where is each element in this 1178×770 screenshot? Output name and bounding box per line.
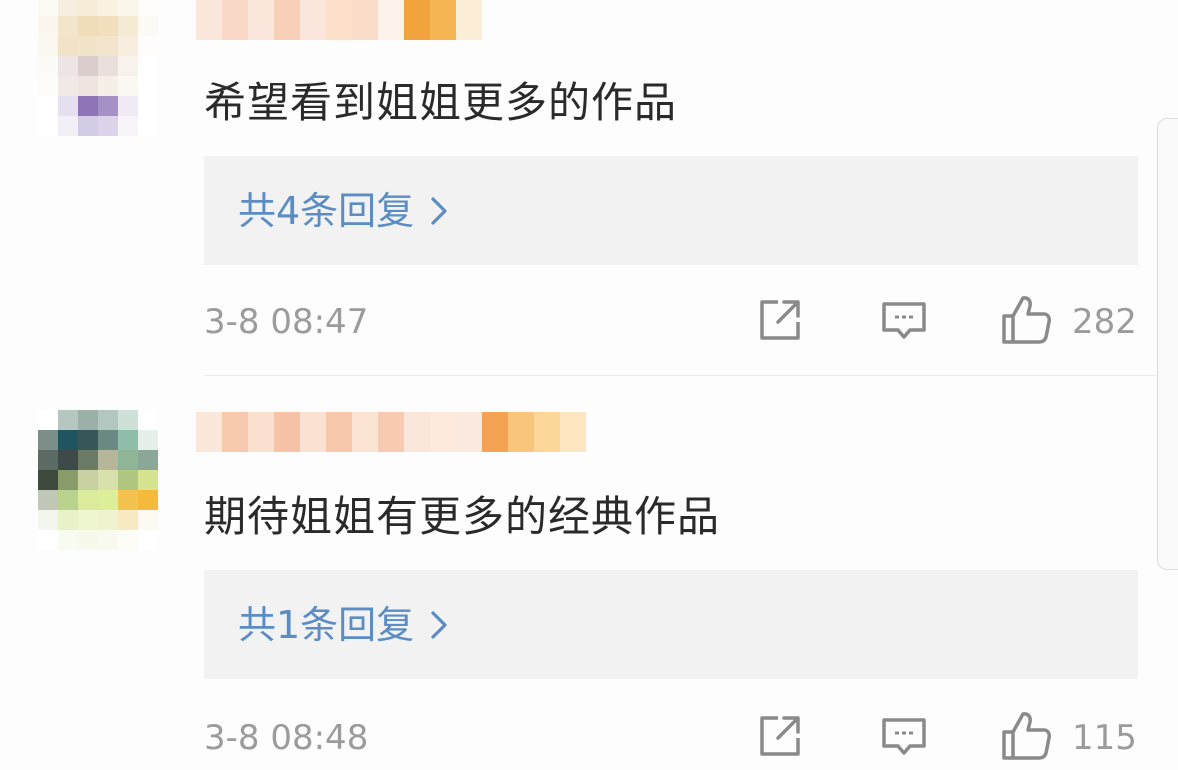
avatar-pixel [58,430,78,450]
name-pixel [352,412,378,452]
chevron-right-icon [424,600,454,650]
name-pixel [482,412,508,452]
avatar-pixel [118,430,138,450]
timestamp: 3-8 08:48 [204,718,369,758]
avatar-pixel [98,470,118,490]
avatar-pixel [138,490,158,510]
avatar-pixel [38,530,58,550]
avatar-pixel [138,450,158,470]
avatar-pixel [58,490,78,510]
comment-text: 期待姐姐有更多的经典作品 [204,492,721,541]
avatar-pixel [138,510,158,530]
avatar-pixel [38,470,58,490]
view-replies-link[interactable]: 共1条回复 [238,600,454,650]
avatar-pixel [118,470,138,490]
avatar-pixel [38,410,58,430]
avatar-pixel [58,530,78,550]
avatar-pixel [58,450,78,470]
avatar-pixel [138,530,158,550]
avatar-pixel [98,510,118,530]
avatar-pixel [78,410,98,430]
name-pixel [222,412,248,452]
avatar-pixel [118,450,138,470]
avatar-pixel [38,510,58,530]
avatar-pixel [98,530,118,550]
name-pixel [274,412,300,452]
avatar-pixel [38,450,58,470]
avatar-pixel [78,490,98,510]
name-pixel [378,412,404,452]
avatar-pixel [118,490,138,510]
avatar-pixel [118,510,138,530]
name-pixel [248,412,274,452]
avatar-pixel [98,410,118,430]
avatar-pixel [138,410,158,430]
replies-panel[interactable]: 共1条回复 [204,570,1138,679]
avatar[interactable] [38,410,158,550]
avatar-pixel [78,430,98,450]
replies-count-label: 共1条回复 [238,603,415,647]
avatar-pixel [138,430,158,450]
like-count: 115 [1072,718,1137,758]
name-pixel [404,412,430,452]
name-pixel [196,412,222,452]
like-button[interactable]: 115 [1000,710,1140,766]
avatar-pixel [78,470,98,490]
name-pixel [326,412,352,452]
thumbs-up-icon [1000,710,1052,766]
avatar-pixel [58,410,78,430]
avatar-pixel [118,410,138,430]
avatar-pixel [78,510,98,530]
avatar-pixel [138,470,158,490]
avatar-pixel [98,430,118,450]
comment-icon [880,712,928,764]
share-button[interactable] [756,710,806,766]
avatar-pixel [118,530,138,550]
name-pixel [508,412,534,452]
avatar-pixel [78,530,98,550]
name-pixel [534,412,560,452]
avatar-pixel [38,490,58,510]
comment-meta: 3-8 08:48 115 [204,708,1138,768]
comment-item-2: 期待姐姐有更多的经典作品 共1条回复 3-8 08:48 115 [0,0,1178,760]
name-pixel [430,412,456,452]
avatar-pixel [98,450,118,470]
username-blurred[interactable] [196,412,586,452]
scrollbar[interactable] [1157,118,1178,570]
name-pixel [300,412,326,452]
comment-button[interactable] [880,710,928,766]
avatar-pixel [38,430,58,450]
avatar-pixel [58,510,78,530]
avatar-pixel [78,450,98,470]
avatar-pixel [98,490,118,510]
share-icon [756,712,804,764]
name-pixel [456,412,482,452]
name-pixel [560,412,586,452]
avatar-pixel [58,470,78,490]
